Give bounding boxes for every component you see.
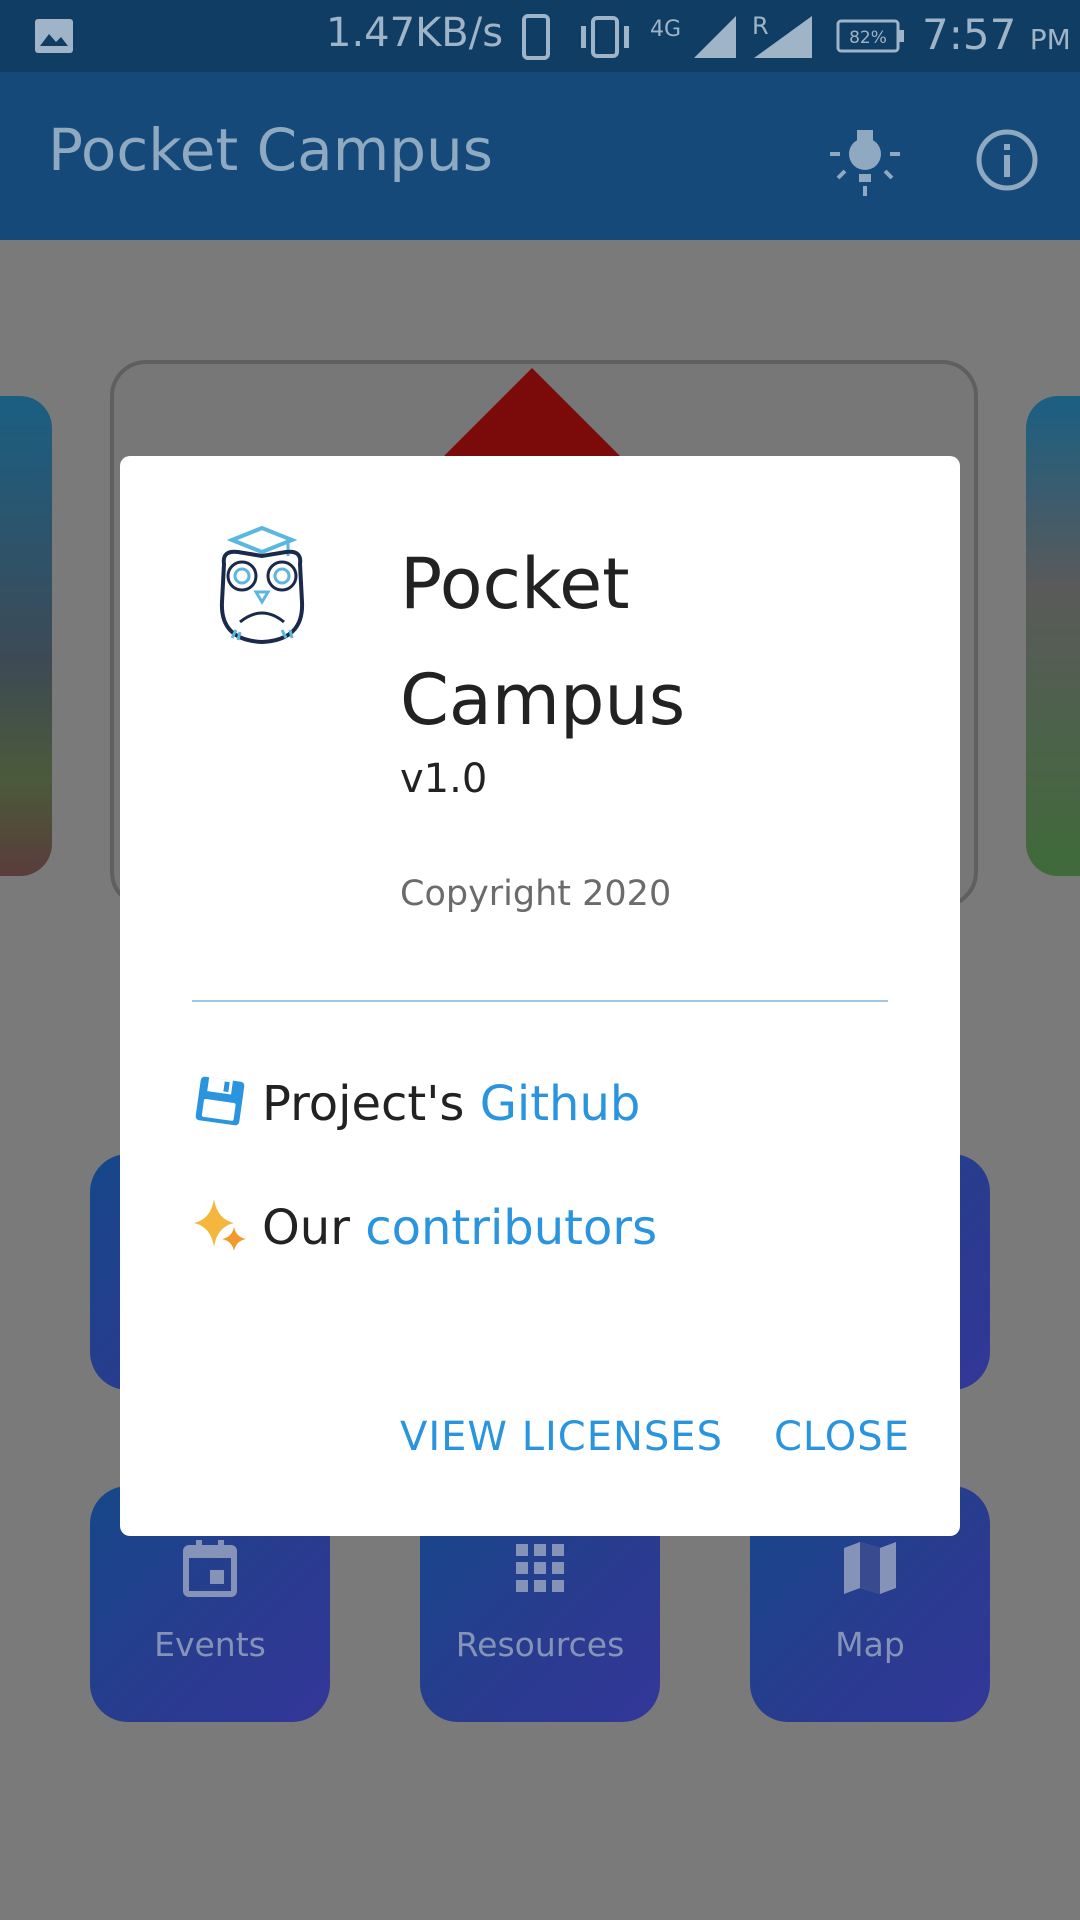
github-prefix: Project's xyxy=(262,1076,465,1132)
owl-logo-icon xyxy=(219,525,305,645)
floppy-disk-icon xyxy=(195,1076,245,1126)
dialog-app-name: Pocket Campus xyxy=(400,543,686,741)
dialog-copyright: Copyright 2020 xyxy=(400,874,672,914)
dialog-version: v1.0 xyxy=(400,756,488,802)
contributors-link[interactable]: contributors xyxy=(365,1200,657,1256)
contributors-row: Our contributors xyxy=(192,1199,657,1260)
github-row: Project's Github xyxy=(192,1076,640,1136)
view-licenses-button[interactable]: VIEW LICENSES xyxy=(400,1414,723,1460)
contributors-prefix: Our xyxy=(262,1200,350,1256)
close-button[interactable]: CLOSE xyxy=(774,1414,910,1460)
sparkles-icon xyxy=(194,1199,246,1251)
about-dialog: Pocket Campus v1.0 Copyright 2020 Projec… xyxy=(120,456,960,1536)
dialog-divider xyxy=(192,1000,888,1002)
github-link[interactable]: Github xyxy=(480,1076,641,1132)
